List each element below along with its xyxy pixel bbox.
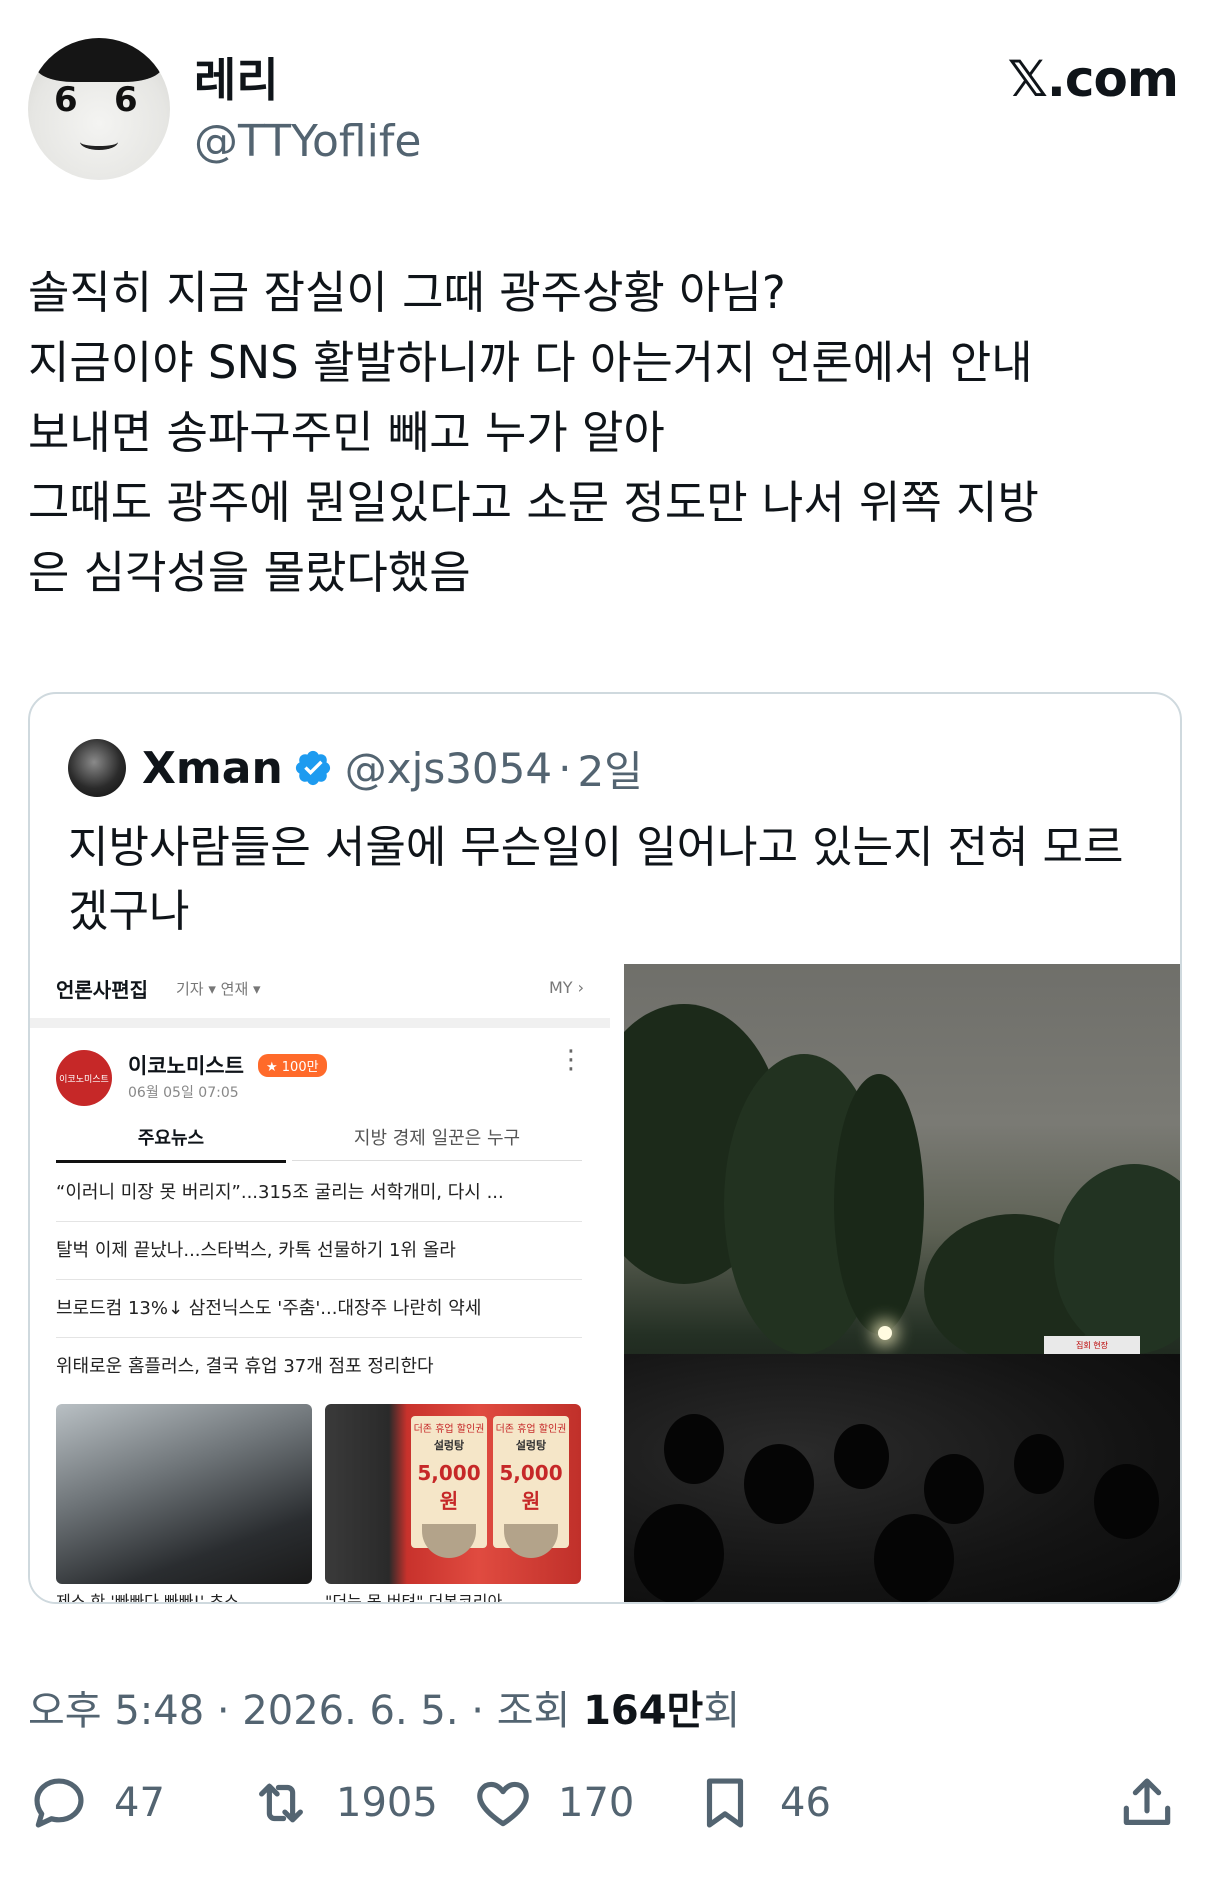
share-icon bbox=[1123, 1778, 1171, 1825]
views-suffix: 회 bbox=[703, 1688, 741, 1734]
person-head bbox=[1014, 1434, 1064, 1494]
like-count: 170 bbox=[558, 1780, 635, 1826]
avatar-hair bbox=[36, 38, 162, 82]
quote-separator: · bbox=[558, 743, 572, 793]
news-topbar: 언론사편집 기자 ▾ 연재 ▾ MY › bbox=[30, 964, 610, 1028]
tweet-line: 솔직히 지금 잠실이 그때 광주상황 아님? bbox=[28, 266, 786, 319]
author-handle[interactable]: @TTYoflife bbox=[194, 116, 421, 167]
news-topbar-sub: 기자 ▾ 연재 ▾ bbox=[176, 980, 261, 998]
news-topbar-title: 언론사편집 bbox=[56, 978, 148, 1002]
crowd bbox=[624, 1354, 1180, 1602]
news-app-screenshot[interactable]: 언론사편집 기자 ▾ 연재 ▾ MY › 이코노미스트 이코노미스트 ★ 100… bbox=[30, 964, 610, 1604]
menu-card-name: 설렁탕 bbox=[515, 1439, 547, 1452]
meta-separator: · bbox=[471, 1688, 485, 1734]
quote-author-handle[interactable]: @xjs3054 bbox=[345, 744, 552, 793]
quote-header: Xman @xjs3054 · 2일 bbox=[68, 738, 643, 798]
author-name[interactable]: 레리 bbox=[194, 44, 279, 110]
quote-avatar[interactable] bbox=[68, 739, 126, 797]
x-logo[interactable]: 𝕏.com bbox=[1008, 50, 1179, 108]
reply-button[interactable]: 47 bbox=[28, 1768, 165, 1838]
person-head bbox=[1094, 1464, 1159, 1539]
thumbnail-caption: "더는 못 버텨" 더본코리아 bbox=[325, 1592, 503, 1604]
tree-shape bbox=[834, 1074, 924, 1334]
bowl-image bbox=[504, 1524, 558, 1558]
person-head bbox=[634, 1504, 724, 1602]
tweet-line: 보내면 송파구주민 빼고 누가 알아 bbox=[28, 406, 665, 459]
meta-separator: · bbox=[216, 1688, 230, 1734]
tweet-body: 솔직히 지금 잠실이 그때 광주상황 아님? 지금이야 SNS 활발하니까 다 … bbox=[28, 258, 1178, 608]
menu-card: 더존 휴업 할인권 설렁탕 5,000원 bbox=[493, 1416, 569, 1558]
quote-text: 지방사람들은 서울에 무슨일이 일어나고 있는지 전혀 모르겠구나 bbox=[68, 822, 1124, 937]
menu-card-price: 5,000원 bbox=[499, 1461, 563, 1513]
headline-item: “이러니 미장 못 버리지”...315조 굴리는 서학개미, 다시 ... bbox=[56, 1164, 582, 1222]
reply-count: 47 bbox=[114, 1780, 165, 1826]
street-lamp bbox=[878, 1326, 892, 1340]
quoted-tweet[interactable]: Xman @xjs3054 · 2일 지방사람들은 서울에 무슨일이 일어나고 … bbox=[28, 692, 1182, 1604]
thumbnail-caption: 제스 한 '빠빠다 빠빠!' 초스 bbox=[56, 1592, 239, 1604]
bookmark-icon bbox=[706, 1778, 744, 1828]
tweet-meta: 오후 5:48 · 2026. 6. 5. · 조회 164만회 bbox=[28, 1678, 740, 1736]
reply-icon bbox=[34, 1778, 84, 1828]
news-thumbnail-menu: 더존 휴업 할인권 설렁탕 5,000원 더존 휴업 할인권 설렁탕 5,000… bbox=[325, 1404, 581, 1584]
author-avatar[interactable]: 6 6 bbox=[28, 38, 170, 180]
bowl-image bbox=[422, 1524, 476, 1558]
menu-card-price: 5,000원 bbox=[417, 1461, 481, 1513]
tweet-date[interactable]: 2026. 6. 5. bbox=[242, 1688, 458, 1734]
quote-media[interactable]: 언론사편집 기자 ▾ 연재 ▾ MY › 이코노미스트 이코노미스트 ★ 100… bbox=[30, 964, 1180, 1604]
action-bar: 47 1905 170 46 bbox=[28, 1768, 1178, 1838]
quote-author-name[interactable]: Xman bbox=[142, 743, 283, 794]
views-label: 조회 bbox=[496, 1688, 571, 1734]
person-head bbox=[834, 1424, 889, 1489]
menu-card-top: 더존 휴업 할인권 bbox=[413, 1424, 485, 1435]
protest-banner: 집회 현장 bbox=[1044, 1336, 1140, 1356]
person-head bbox=[924, 1454, 984, 1524]
headline-item: 위태로운 홈플러스, 결국 휴업 37개 점포 정리한다 bbox=[56, 1356, 434, 1377]
publisher-logo: 이코노미스트 bbox=[56, 1050, 112, 1106]
heart-icon bbox=[477, 1781, 529, 1827]
avatar-mouth bbox=[80, 134, 118, 150]
bookmark-button[interactable]: 46 bbox=[694, 1768, 831, 1838]
person-head bbox=[744, 1444, 814, 1524]
verified-badge-icon bbox=[293, 748, 333, 788]
tweet-line: 지금이야 SNS 활발하니까 다 아는거지 언론에서 안내 bbox=[28, 336, 1033, 389]
person-head bbox=[664, 1414, 724, 1484]
person-head bbox=[874, 1514, 954, 1602]
avatar-eye-right: 6 bbox=[114, 80, 138, 120]
headline-item: 탈벅 이제 끝났나...스타벅스, 카톡 선물하기 1위 올라 bbox=[56, 1222, 582, 1280]
menu-card-top: 더존 휴업 할인권 bbox=[495, 1424, 567, 1435]
avatar-eye-left: 6 bbox=[54, 80, 78, 120]
tab-other: 지방 경제 일꾼은 누구 bbox=[292, 1124, 582, 1161]
publish-date: 06월 05일 07:05 bbox=[128, 1085, 239, 1101]
subscriber-badge: ★ 100만 bbox=[258, 1054, 327, 1077]
share-button[interactable] bbox=[1116, 1768, 1178, 1838]
tweet-line: 그때도 광주에 뭔일있다고 소문 정도만 나서 위쪽 지방 bbox=[28, 476, 1039, 529]
tweet-line: 은 심각성을 몰랐다했음 bbox=[28, 546, 471, 599]
more-icon: ⋮ bbox=[558, 1045, 584, 1075]
menu-card: 더존 휴업 할인권 설렁탕 5,000원 bbox=[411, 1416, 487, 1558]
like-button[interactable]: 170 bbox=[472, 1768, 634, 1838]
headline-item: 브로드컴 13%↓ 삼전닉스도 '주춤'...대장주 나란히 약세 bbox=[56, 1280, 582, 1338]
menu-card-name: 설렁탕 bbox=[433, 1439, 465, 1452]
views-count: 164만 bbox=[583, 1688, 704, 1734]
news-topbar-my: MY › bbox=[548, 978, 584, 997]
tweet-time[interactable]: 오후 5:48 bbox=[28, 1688, 204, 1734]
tweet-header: 6 6 레리 @TTYoflife 𝕏.com bbox=[28, 38, 1179, 183]
publisher-name: 이코노미스트 bbox=[128, 1054, 244, 1078]
news-thumbnail-people bbox=[56, 1404, 312, 1584]
quote-timestamp[interactable]: 2일 bbox=[577, 738, 642, 799]
bookmark-count: 46 bbox=[780, 1780, 831, 1826]
retweet-icon bbox=[259, 1783, 303, 1823]
retweet-button[interactable]: 1905 bbox=[250, 1768, 438, 1838]
retweet-count: 1905 bbox=[336, 1780, 438, 1826]
tab-main-news: 주요뉴스 bbox=[56, 1124, 286, 1163]
crowd-night-photo[interactable]: 집회 현장 bbox=[624, 964, 1180, 1602]
